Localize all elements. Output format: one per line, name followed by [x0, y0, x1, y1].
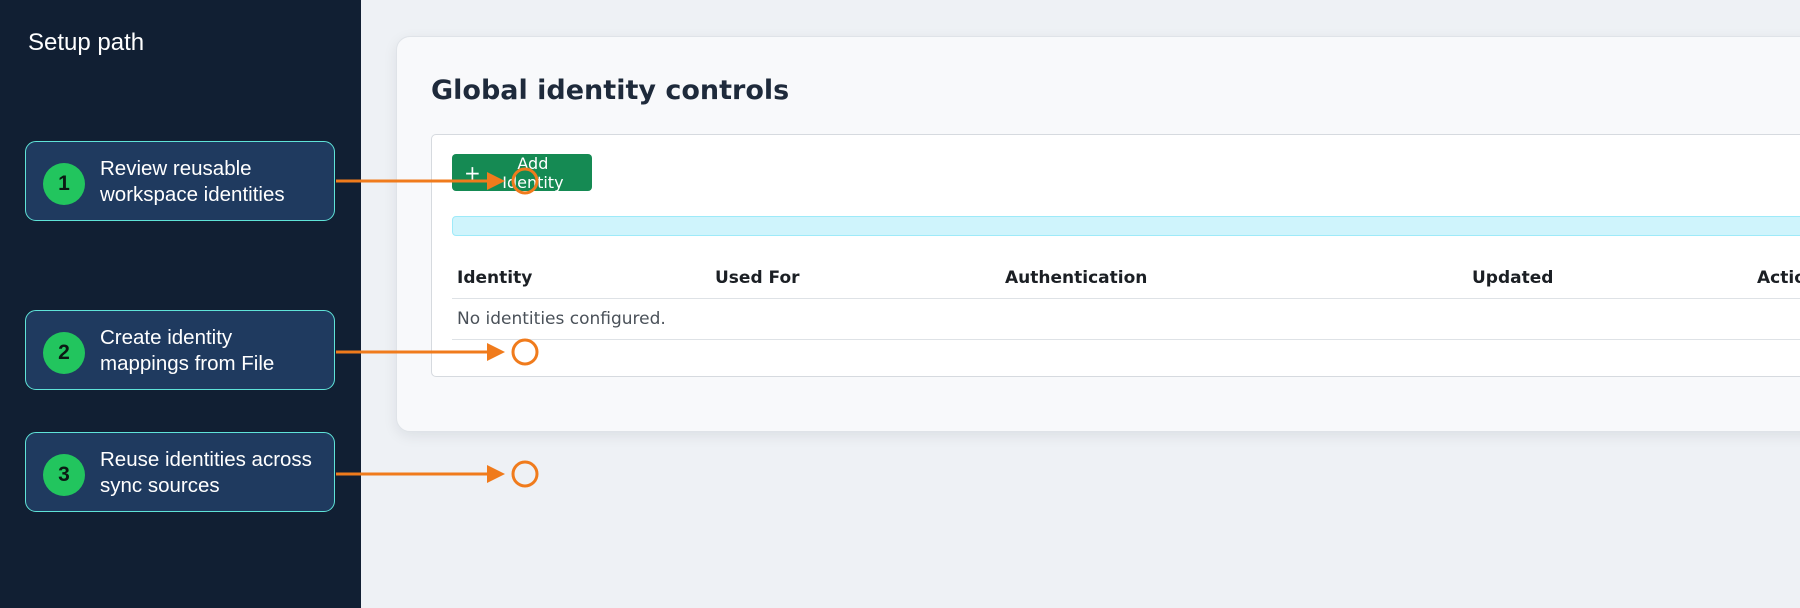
screen: Setup path 1 Review reusable workspace i… — [0, 0, 1800, 608]
column-header-authentication[interactable]: Authentication — [1000, 258, 1467, 299]
step-card-1: 1 Review reusable workspace identities — [25, 141, 335, 221]
column-header-actions[interactable]: Actions — [1752, 258, 1800, 299]
table-header-row: Identity Used For Authentication Updated… — [452, 258, 1800, 299]
table-row-empty: No identities configured. — [452, 298, 1800, 340]
target-ring-icon — [511, 460, 539, 488]
identity-controls-panel: Global identity controls + Add Identity … — [396, 36, 1800, 432]
step-label: Reuse identities across sync sources — [100, 448, 312, 497]
identities-card: + Add Identity Identity Used For Authent… — [431, 134, 1800, 377]
setup-path-sidebar: Setup path 1 Review reusable workspace i… — [0, 0, 361, 608]
step-label: Review reusable workspace identities — [100, 157, 285, 206]
identities-table: Identity Used For Authentication Updated… — [452, 258, 1800, 340]
column-header-used-for[interactable]: Used For — [710, 258, 1000, 299]
empty-state-text: No identities configured. — [452, 298, 1800, 340]
step-number-badge: 2 — [43, 332, 85, 374]
column-header-identity[interactable]: Identity — [452, 258, 710, 299]
step-number-badge: 3 — [43, 454, 85, 496]
info-alert-bar — [452, 216, 1800, 236]
column-header-updated[interactable]: Updated — [1467, 258, 1752, 299]
add-identity-button[interactable]: + Add Identity — [452, 153, 592, 192]
step-card-3: 3 Reuse identities across sync sources — [25, 432, 335, 512]
add-identity-label: Add Identity — [502, 153, 564, 192]
step-number-badge: 1 — [43, 163, 85, 205]
step-card-2: 2 Create identity mappings from File — [25, 310, 335, 390]
step-label: Create identity mappings from File — [100, 326, 275, 375]
callout-arrow-3 — [336, 460, 539, 488]
page-title: Global identity controls — [431, 75, 790, 106]
sidebar-title: Setup path — [28, 29, 145, 56]
plus-icon: + — [464, 160, 481, 185]
